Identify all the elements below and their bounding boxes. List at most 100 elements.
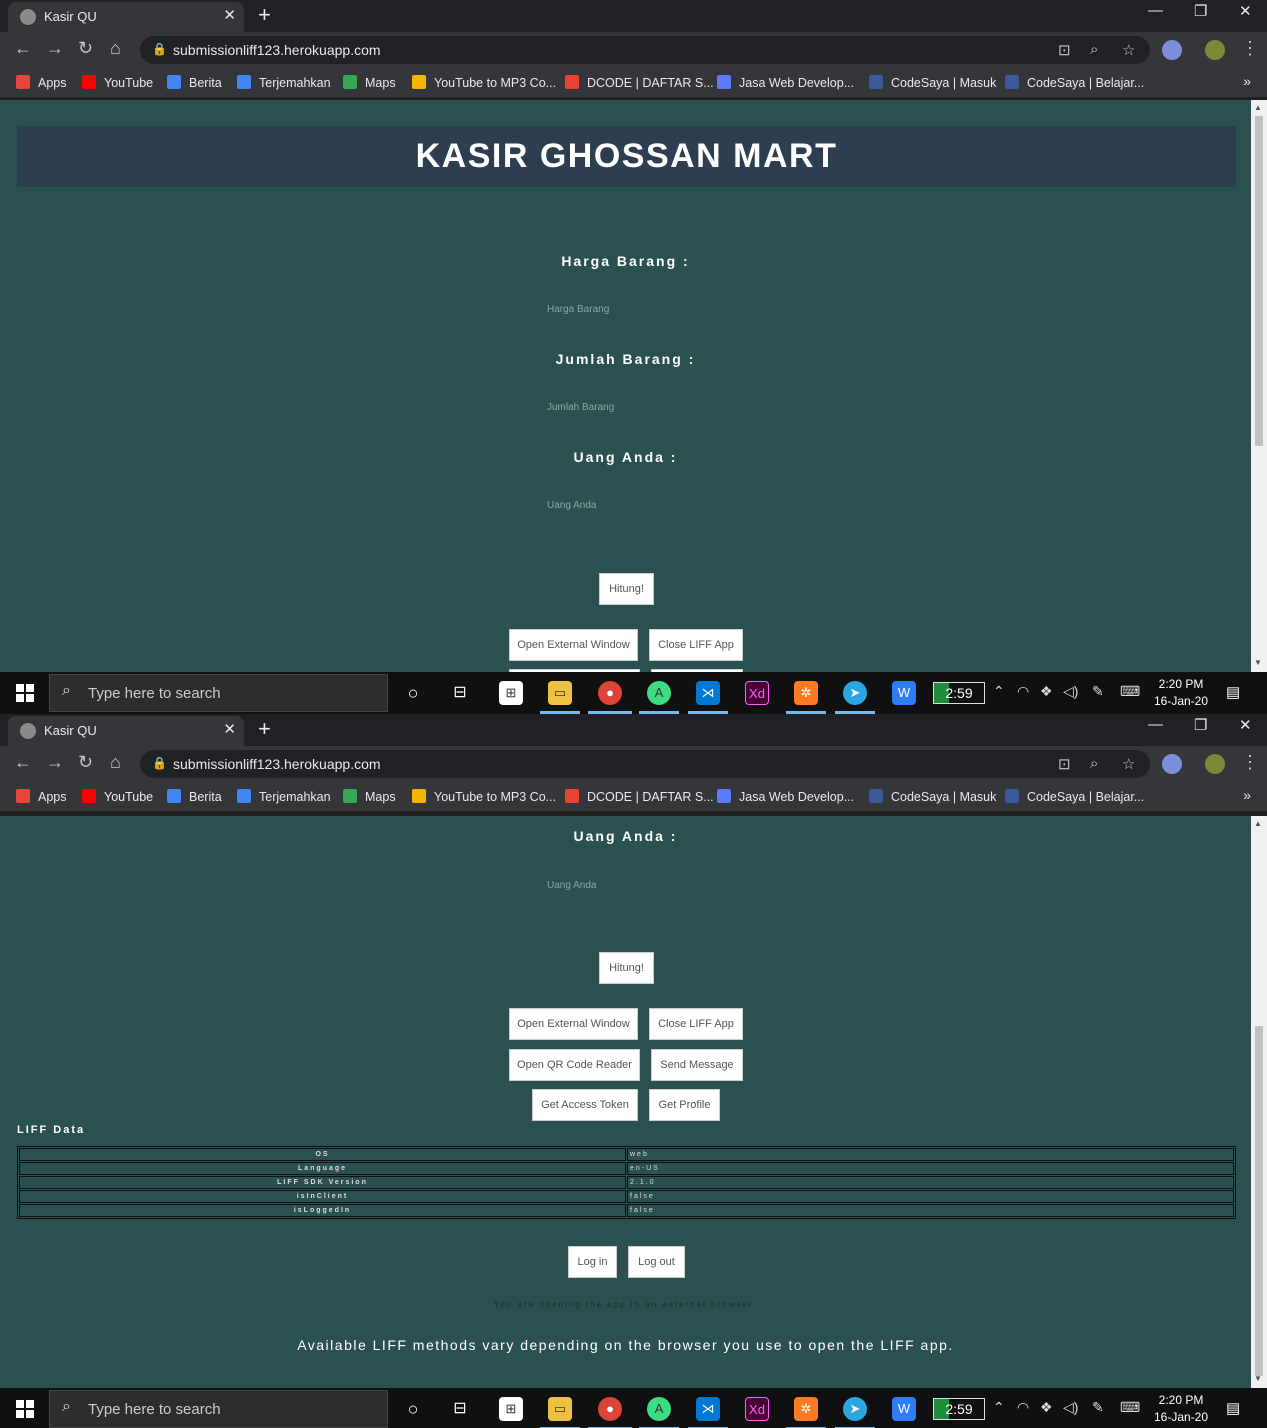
bookmark-maps[interactable]: Maps: [343, 75, 396, 90]
forward-icon[interactable]: →: [46, 38, 64, 59]
close-window-button[interactable]: ✕: [1239, 2, 1252, 20]
address-bar[interactable]: 🔒 submissionliff123.herokuapp.com ⊡ ⌕ ☆: [140, 36, 1150, 64]
telegram-icon[interactable]: ➤: [843, 681, 867, 705]
file-explorer-icon[interactable]: ▭: [548, 681, 572, 705]
scroll-thumb[interactable]: [1255, 1026, 1263, 1376]
store-icon[interactable]: ⊞: [499, 1397, 523, 1421]
scroll-up-icon[interactable]: ▲: [1254, 819, 1262, 828]
bookmark-berita[interactable]: Berita: [167, 75, 222, 90]
close-tab-icon[interactable]: ✕: [223, 6, 236, 24]
bookmark-codesaya-masuk[interactable]: CodeSaya | Masuk: [869, 75, 996, 90]
bookmark-apps[interactable]: Apps: [16, 75, 67, 90]
system-clock[interactable]: 2:20 PM 16-Jan-20: [1150, 1392, 1212, 1426]
translate-icon[interactable]: ⊡: [1058, 41, 1071, 59]
more-bookmarks-button[interactable]: »: [1243, 787, 1251, 803]
vscode-icon[interactable]: ⋊: [696, 1397, 720, 1421]
reload-icon[interactable]: ↻: [78, 38, 93, 59]
close-window-button[interactable]: ✕: [1239, 716, 1252, 734]
pen-icon[interactable]: ✎: [1092, 683, 1104, 700]
star-icon[interactable]: ☆: [1122, 755, 1135, 773]
volume-icon[interactable]: ◁): [1063, 1399, 1078, 1416]
android-studio-icon[interactable]: A: [647, 1397, 671, 1421]
vscode-icon[interactable]: ⋊: [696, 681, 720, 705]
close-liff-app-button[interactable]: Close LIFF App: [649, 629, 743, 661]
windows-start-icon[interactable]: [16, 684, 34, 702]
taskbar-search-box[interactable]: ⌕ Type here to search: [49, 674, 388, 712]
battery-indicator[interactable]: 2:59: [933, 682, 985, 704]
notification-icon[interactable]: ▤: [1226, 683, 1240, 701]
zoom-icon[interactable]: ⌕: [1090, 755, 1098, 772]
chevron-up-icon[interactable]: ⌃: [993, 1399, 1005, 1416]
profile-avatar[interactable]: [1205, 754, 1225, 774]
telegram-icon[interactable]: ➤: [843, 1397, 867, 1421]
bookmark-youtube-mp3[interactable]: YouTube to MP3 Co...: [412, 75, 556, 90]
bookmark-dcode[interactable]: DCODE | DAFTAR S...: [565, 75, 714, 90]
dropbox-icon[interactable]: ❖: [1040, 683, 1053, 700]
cortana-icon[interactable]: ○: [401, 681, 425, 705]
get-profile-button[interactable]: Get Profile: [649, 1089, 720, 1121]
bookmark-dcode[interactable]: DCODE | DAFTAR S...: [565, 789, 714, 804]
menu-icon[interactable]: ⋮: [1241, 38, 1259, 59]
notification-icon[interactable]: ▤: [1226, 1399, 1240, 1417]
new-tab-button[interactable]: +: [258, 2, 271, 28]
menu-icon[interactable]: ⋮: [1241, 752, 1259, 773]
zoom-icon[interactable]: ⌕: [1090, 41, 1098, 58]
volume-icon[interactable]: ◁): [1063, 683, 1078, 700]
browser-tab[interactable]: Kasir QU ✕: [8, 716, 244, 746]
battery-indicator[interactable]: 2:59: [933, 1398, 985, 1420]
dropbox-icon[interactable]: ❖: [1040, 1399, 1053, 1416]
bookmark-maps[interactable]: Maps: [343, 789, 396, 804]
file-explorer-icon[interactable]: ▭: [548, 1397, 572, 1421]
send-message-button[interactable]: Send Message: [651, 1049, 743, 1081]
extension-icon[interactable]: [1162, 40, 1182, 60]
bookmark-terjemahkan[interactable]: Terjemahkan: [237, 75, 331, 90]
minimize-button[interactable]: —: [1148, 716, 1163, 733]
new-tab-button[interactable]: +: [258, 716, 271, 742]
home-icon[interactable]: ⌂: [110, 752, 121, 773]
bookmark-codesaya-masuk[interactable]: CodeSaya | Masuk: [869, 789, 996, 804]
keyboard-icon[interactable]: ⌨: [1120, 1399, 1140, 1416]
open-external-window-button[interactable]: Open External Window: [509, 629, 638, 661]
cortana-icon[interactable]: ○: [401, 1397, 425, 1421]
android-studio-icon[interactable]: A: [647, 681, 671, 705]
wps-writer-icon[interactable]: W: [892, 1397, 916, 1421]
extension-icon[interactable]: [1162, 754, 1182, 774]
hitung-button[interactable]: Hitung!: [599, 952, 654, 984]
translate-icon[interactable]: ⊡: [1058, 755, 1071, 773]
wifi-icon[interactable]: ◠: [1017, 1399, 1029, 1416]
reload-icon[interactable]: ↻: [78, 752, 93, 773]
taskbar-search-box[interactable]: ⌕ Type here to search: [49, 1390, 388, 1428]
address-bar[interactable]: 🔒 submissionliff123.herokuapp.com ⊡ ⌕ ☆: [140, 750, 1150, 778]
scroll-down-icon[interactable]: ▼: [1254, 658, 1262, 667]
open-external-window-button[interactable]: Open External Window: [509, 1008, 638, 1040]
page-scrollbar[interactable]: ▲ ▼: [1251, 816, 1267, 1388]
bookmark-apps[interactable]: Apps: [16, 789, 67, 804]
login-button[interactable]: Log in: [568, 1246, 617, 1278]
close-tab-icon[interactable]: ✕: [223, 720, 236, 738]
get-access-token-button[interactable]: Get Access Token: [532, 1089, 638, 1121]
browser-tab[interactable]: Kasir QU ✕: [8, 2, 244, 32]
keyboard-icon[interactable]: ⌨: [1120, 683, 1140, 700]
xampp-icon[interactable]: ✲: [794, 681, 818, 705]
windows-start-icon[interactable]: [16, 1400, 34, 1418]
bookmark-berita[interactable]: Berita: [167, 789, 222, 804]
back-icon[interactable]: ←: [14, 752, 32, 773]
logout-button[interactable]: Log out: [628, 1246, 685, 1278]
task-view-icon[interactable]: ⊟: [448, 1397, 472, 1421]
adobe-xd-icon[interactable]: Xd: [745, 681, 769, 705]
chrome-icon[interactable]: ●: [598, 681, 622, 705]
task-view-icon[interactable]: ⊟: [448, 681, 472, 705]
chrome-icon[interactable]: ●: [598, 1397, 622, 1421]
scroll-up-icon[interactable]: ▲: [1254, 103, 1262, 112]
bookmark-youtube[interactable]: YouTube: [82, 75, 153, 90]
star-icon[interactable]: ☆: [1122, 41, 1135, 59]
bookmark-youtube-mp3[interactable]: YouTube to MP3 Co...: [412, 789, 556, 804]
open-qr-code-reader-button[interactable]: Open QR Code Reader: [509, 1049, 640, 1081]
harga-input[interactable]: [547, 300, 707, 318]
xampp-icon[interactable]: ✲: [794, 1397, 818, 1421]
pen-icon[interactable]: ✎: [1092, 1399, 1104, 1416]
uang-input[interactable]: [547, 876, 707, 894]
hitung-button[interactable]: Hitung!: [599, 573, 654, 605]
forward-icon[interactable]: →: [46, 752, 64, 773]
bookmark-jasa-web[interactable]: Jasa Web Develop...: [717, 789, 854, 804]
